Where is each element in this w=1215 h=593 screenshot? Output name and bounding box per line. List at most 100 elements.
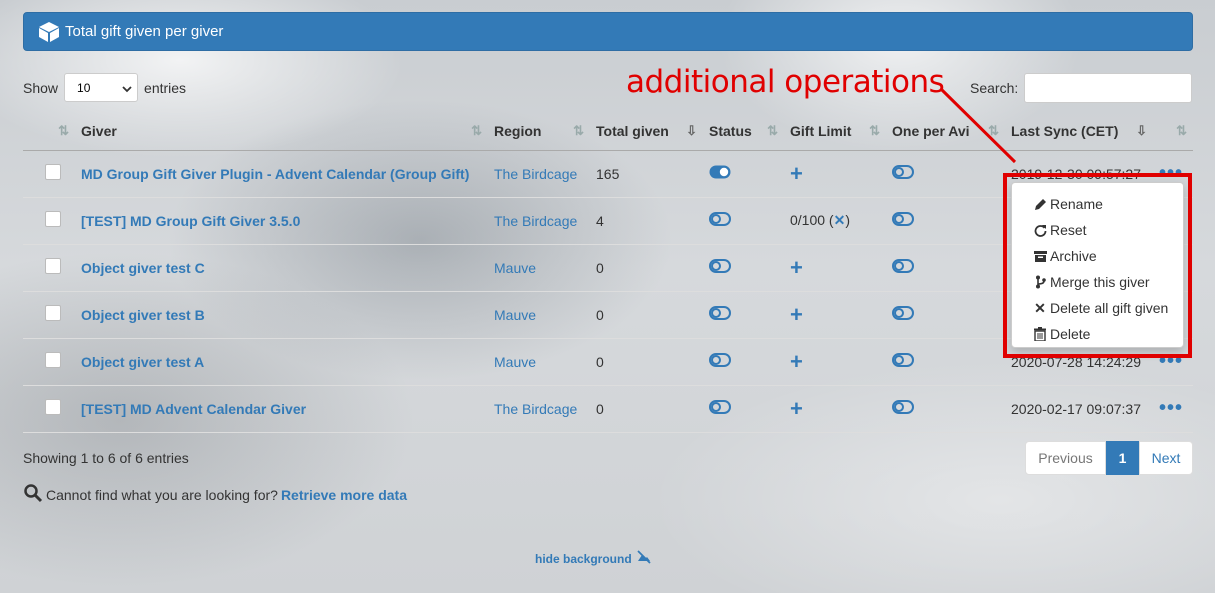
more-actions-icon[interactable]: ••• <box>1159 397 1183 419</box>
region-link[interactable]: The Birdcage <box>494 213 577 229</box>
last-sync-cell: 2020-02-17 09:07:37 <box>1005 385 1153 433</box>
total-cell: 0 <box>590 385 703 433</box>
region-link[interactable]: Mauve <box>494 354 536 370</box>
menu-item-rename[interactable]: Rename <box>1012 191 1183 217</box>
previous-button[interactable]: Previous <box>1025 441 1106 475</box>
region-link[interactable]: Mauve <box>494 307 536 323</box>
sort-icon: ⇅ <box>58 123 69 138</box>
col-label: Total given <box>596 122 669 139</box>
row-checkbox[interactable] <box>45 258 61 274</box>
menu-item-archive[interactable]: Archive <box>1012 243 1183 269</box>
one-per-avi-cell <box>886 385 1005 433</box>
sort-desc-icon: ⇩ <box>1136 123 1147 138</box>
row-checkbox[interactable] <box>45 352 61 368</box>
giver-link[interactable]: [TEST] MD Advent Calendar Giver <box>81 401 306 417</box>
plus-icon[interactable]: + <box>790 396 803 421</box>
toggle-off-icon[interactable] <box>709 259 731 276</box>
more-actions-icon[interactable]: ••• <box>1159 350 1183 372</box>
giver-cell: [TEST] MD Advent Calendar Giver <box>75 385 488 433</box>
plus-icon[interactable]: + <box>790 255 803 280</box>
menu-item-reset[interactable]: Reset <box>1012 217 1183 243</box>
toggle-off-icon[interactable] <box>709 353 731 370</box>
page-length-control: Show 10 entries <box>23 73 186 102</box>
one-per-avi-cell <box>886 291 1005 339</box>
col-label: Giver <box>81 122 117 139</box>
toggle-on-icon[interactable] <box>709 165 731 182</box>
giver-cell: MD Group Gift Giver Plugin - Advent Cale… <box>75 150 488 198</box>
entries-label: entries <box>144 79 187 96</box>
toggle-off-icon[interactable] <box>709 400 731 417</box>
one-per-avi-cell <box>886 338 1005 386</box>
toggle-off-icon[interactable] <box>892 353 914 370</box>
col-region[interactable]: Region ⇅ <box>488 112 590 151</box>
remove-limit-icon[interactable]: ✕ <box>834 212 846 228</box>
page-length-select[interactable]: 10 <box>64 73 139 102</box>
giver-cell: Object giver test A <box>75 338 488 386</box>
table-row: [TEST] MD Advent Calendar Giver The Bird… <box>23 385 1193 433</box>
limit-cell: + <box>784 244 886 292</box>
plus-icon[interactable]: + <box>790 302 803 327</box>
giver-link[interactable]: [TEST] MD Group Gift Giver 3.5.0 <box>81 213 300 229</box>
menu-item-delete-all-gifts[interactable]: ✕ Delete all gift given <box>1012 295 1183 321</box>
pagination: Previous 1 Next <box>1025 441 1193 475</box>
no-image-icon <box>636 550 652 567</box>
col-total-given[interactable]: Total given ⇩ <box>590 112 703 151</box>
toggle-off-icon[interactable] <box>709 212 731 229</box>
toggle-off-icon[interactable] <box>892 212 914 229</box>
col-status[interactable]: Status ⇅ <box>703 112 784 151</box>
region-link[interactable]: Mauve <box>494 260 536 276</box>
row-checkbox[interactable] <box>45 211 61 227</box>
menu-item-merge[interactable]: Merge this giver <box>1012 269 1183 295</box>
row-checkbox[interactable] <box>45 305 61 321</box>
region-link[interactable]: The Birdcage <box>494 401 577 417</box>
toggle-off-icon[interactable] <box>892 165 914 182</box>
search-input[interactable] <box>1024 73 1193 103</box>
sort-icon: ⇅ <box>573 123 584 138</box>
row-checkbox[interactable] <box>45 399 61 415</box>
menu-item-label: Archive <box>1050 248 1097 264</box>
region-cell: Mauve <box>488 244 590 292</box>
cube-icon <box>38 21 60 43</box>
col-giver[interactable]: Giver ⇅ <box>75 112 488 151</box>
toggle-off-icon[interactable] <box>892 259 914 276</box>
col-label: Gift Limit <box>790 122 852 139</box>
col-gift-limit[interactable]: Gift Limit ⇅ <box>784 112 886 151</box>
actions-cell: ••• <box>1153 385 1193 433</box>
giver-link[interactable]: Object giver test C <box>81 260 205 276</box>
row-checkbox[interactable] <box>45 164 61 180</box>
col-last-sync[interactable]: Last Sync (CET) ⇩ <box>1005 112 1153 151</box>
toggle-off-icon[interactable] <box>709 306 731 323</box>
more-actions-icon[interactable]: ••• <box>1159 162 1183 184</box>
select-all-header[interactable]: ⇅ <box>23 112 75 151</box>
menu-item-delete[interactable]: Delete <box>1012 321 1183 347</box>
menu-item-label: Delete <box>1050 326 1091 342</box>
hide-background-link[interactable]: hide background <box>535 550 652 567</box>
menu-item-label: Delete all gift given <box>1050 300 1169 316</box>
giver-cell: Object giver test B <box>75 291 488 339</box>
x-icon: ✕ <box>1034 299 1046 316</box>
show-label: Show <box>23 79 59 96</box>
limit-cell: 0/100 (✕) <box>784 197 886 245</box>
region-cell: Mauve <box>488 291 590 339</box>
search-control: Search: <box>970 73 1193 103</box>
giver-link[interactable]: Object giver test A <box>81 354 204 370</box>
sort-icon: ⇅ <box>1176 123 1187 138</box>
status-cell <box>703 338 784 386</box>
refresh-icon <box>1032 224 1048 237</box>
toggle-off-icon[interactable] <box>892 306 914 323</box>
plus-icon[interactable]: + <box>790 349 803 374</box>
next-button[interactable]: Next <box>1139 441 1193 475</box>
giver-cell: Object giver test C <box>75 244 488 292</box>
giver-link[interactable]: Object giver test B <box>81 307 205 323</box>
plus-icon[interactable]: + <box>790 161 803 186</box>
region-link[interactable]: The Birdcage <box>494 166 577 182</box>
select-cell <box>23 385 75 433</box>
page-1-button[interactable]: 1 <box>1106 441 1139 475</box>
limit-value: 0/100 <box>790 212 826 228</box>
status-cell <box>703 385 784 433</box>
toggle-off-icon[interactable] <box>892 400 914 417</box>
col-actions[interactable]: ⇅ <box>1153 112 1193 151</box>
retrieve-more-link[interactable]: Retrieve more data <box>281 487 407 503</box>
giver-link[interactable]: MD Group Gift Giver Plugin - Advent Cale… <box>81 166 469 182</box>
col-one-per-avi[interactable]: One per Avi ⇅ <box>886 112 1005 151</box>
